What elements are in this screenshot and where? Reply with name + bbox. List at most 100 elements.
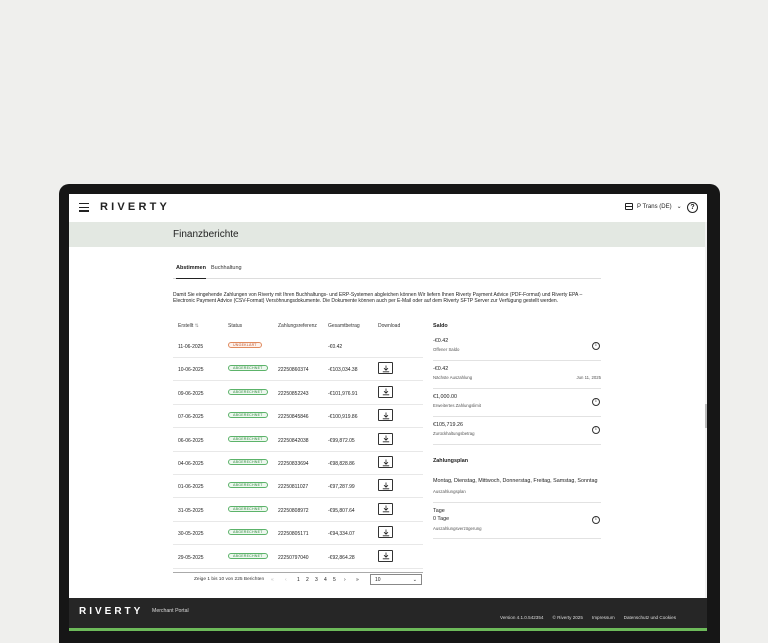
saldo-label: Zurückhaltungsbetrag [433,431,475,436]
page-2[interactable]: 2 [306,577,309,583]
saldo-item: €1,000.00 Erweitertes Zahlungslimit i [433,389,601,417]
page-4[interactable]: 4 [324,577,327,583]
row-amount: -€94,334.07 [328,531,355,538]
download-button[interactable] [378,362,393,375]
footer-link-privacy[interactable]: Datenschutz und Cookies [624,615,676,620]
row-reference: 22250811027 [278,484,309,491]
status-badge: ABGERECHNET [228,365,268,372]
prev-page-icon[interactable]: ‹ [285,577,287,583]
tab-abstimmen[interactable]: Abstimmen [176,265,206,279]
row-amount: -€100,919.86 [328,414,358,421]
column-header-reference: Zahlungsreferenz [278,323,317,329]
row-date: 04-06-2025 [178,461,204,467]
download-icon [382,552,390,560]
info-icon[interactable]: i [592,398,600,406]
payment-schedule-days: Montag, Dienstag, Mittwoch, Donnerstag, … [433,478,598,484]
intro-text: Damit Sie eingehende Zahlungen von River… [173,292,583,305]
payment-plan-title: Zahlungsplan [433,458,469,464]
table-row: 01-06-2025 ABGERECHNET 22250811027 -€97,287… [173,475,423,499]
row-reference: 22250852243 [278,390,309,397]
row-reference: 22250805171 [278,531,309,538]
download-button[interactable] [378,409,393,422]
page-size-value: 10 [375,577,381,583]
saldo-date: Jun 11, 2025 [576,375,601,380]
payment-schedule: Montag, Dienstag, Mittwoch, Donnerstag, … [433,473,601,503]
payout-delay-value: 0 Tage [433,516,450,522]
saldo-label: Offener Saldo [433,347,460,352]
browser-screen: RIVERTY P Trans (DE) ⌄ ? Finanzberichte … [69,194,707,631]
scrollbar-thumb[interactable] [705,404,707,428]
table-row: 07-06-2025 ABGERECHNET 22250845846 -€100,91… [173,405,423,429]
download-button[interactable] [378,456,393,468]
info-icon[interactable]: i [592,516,600,524]
tab-buchhaltung[interactable]: Buchhaltung [211,265,242,274]
page-size-select[interactable]: 10 ⌄ [370,574,422,585]
next-page-icon[interactable]: › [344,577,346,583]
column-header-created[interactable]: Erstellt ⇅ [178,323,199,329]
row-reference: 22250860374 [278,367,309,374]
row-amount: -€95,807.64 [328,507,355,514]
footer-copyright: © Riverty 2025 [552,615,583,620]
sort-icon[interactable]: ⇅ [195,323,199,329]
footer-links: Version 4.1.0.542354 © Riverty 2025 Impr… [491,615,676,620]
row-date: 06-06-2025 [178,437,204,444]
download-icon [382,412,390,419]
row-date: 11-06-2025 [178,344,204,350]
row-date: 07-06-2025 [178,414,204,421]
last-page-icon[interactable]: » [356,577,359,583]
column-header-amount: Gesamtbetrag [328,323,360,329]
payment-schedule-label: Auszahlungsplan [433,489,466,494]
riverty-logo[interactable]: RIVERTY [100,201,170,213]
download-icon [382,529,390,536]
row-amount: -€98,828.86 [328,461,355,467]
download-icon [382,482,390,490]
footer-version: Version 4.1.0.542354 [500,615,544,620]
saldo-value: -€0.42 [433,338,449,344]
scrollbar[interactable] [705,222,707,598]
payout-delay-heading: Tage [433,508,445,514]
menu-icon[interactable] [79,203,89,212]
store-selector[interactable]: P Trans (DE) ⌄ [625,203,682,210]
download-button[interactable] [378,549,393,562]
download-button[interactable] [378,526,393,539]
row-date: 31-05-2025 [178,507,204,514]
download-button[interactable] [378,479,393,492]
download-button[interactable] [378,432,393,445]
footer-portal-label: Merchant Portal [152,608,189,614]
pagination-summary: Zeige 1 bis 10 von 225 Berichten [194,577,265,582]
status-badge: ABGERECHNET [228,412,268,419]
info-icon[interactable]: i [592,342,600,350]
status-badge: ABGERECHNET [228,505,268,512]
page-1[interactable]: 1 [297,577,300,583]
info-icon[interactable]: i [592,426,600,434]
row-reference: 22250797040 [278,554,309,561]
footer: RIVERTY Merchant Portal Version 4.1.0.54… [69,598,707,631]
page-3[interactable]: 3 [315,577,318,583]
row-date: 10-06-2025 [178,367,204,374]
row-date: 29-05-2025 [178,554,204,561]
status-badge: ABGERECHNET [228,388,268,395]
help-icon[interactable]: ? [687,202,698,213]
download-icon [382,459,390,466]
table-row: 11-06-2025 UNGEKLÄRT -€0.42 [173,335,423,358]
saldo-label: Erweitertes Zahlungslimit [433,403,481,408]
status-badge: ABGERECHNET [228,482,268,489]
payout-delay: Tage 0 Tage Auszahlungsverzögerung i [433,503,601,539]
download-button[interactable] [378,502,393,515]
download-button[interactable] [378,385,393,398]
saldo-label: Nächste Auszahlung [433,375,473,380]
table-row: 06-06-2025 ABGERECHNET 22250842038 -€99,872… [173,429,423,452]
status-badge: ABGERECHNET [228,459,268,465]
page-5[interactable]: 5 [333,577,336,583]
saldo-item: -€0.42 Offener Saldo i [433,333,601,361]
payout-delay-label: Auszahlungsverzögerung [433,526,482,531]
column-header-download: Download [378,323,401,329]
footer-link-impressum[interactable]: Impressum [592,615,615,620]
row-reference: 22250842038 [278,437,309,444]
row-amount: -€92,864.28 [328,554,355,561]
row-date: 01-06-2025 [178,484,204,491]
table-row: 31-05-2025 ABGERECHNET 22250808972 -€95,807… [173,499,423,522]
footer-accent-stripe [69,628,707,631]
table-row: 04-06-2025 ABGERECHNET 22250833694 -€98,828… [173,452,423,475]
first-page-icon[interactable]: « [271,577,274,583]
